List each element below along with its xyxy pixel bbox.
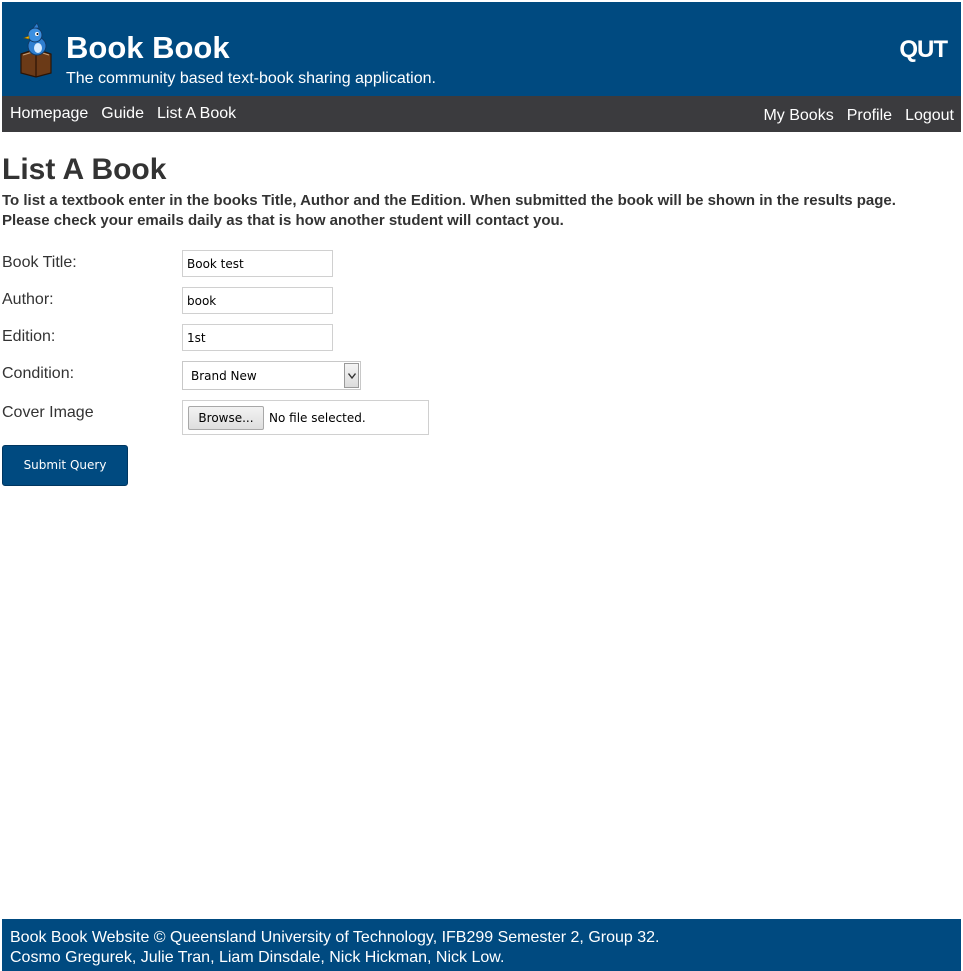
cover-image-label: Cover Image (2, 404, 94, 421)
intro-line-2: Please check your emails daily as that i… (2, 212, 564, 229)
condition-selected-value: Brand New (191, 369, 257, 383)
qut-logo: QUT (899, 36, 948, 63)
page: Book Book The community based text-book … (0, 0, 963, 971)
edition-input[interactable] (182, 324, 333, 351)
site-title: Book Book (66, 30, 230, 65)
nav-profile-link[interactable]: Profile (847, 107, 892, 125)
chevron-down-icon[interactable] (344, 363, 359, 388)
nav-logout-link[interactable]: Logout (905, 107, 954, 125)
site-tagline: The community based text-book sharing ap… (66, 70, 436, 87)
nav-guide-link[interactable]: Guide (101, 105, 144, 123)
author-input[interactable] (182, 287, 333, 314)
file-status-text: No file selected. (269, 411, 366, 425)
condition-label: Condition: (2, 365, 75, 382)
bird-on-book-icon (20, 22, 52, 78)
nav-list-a-book-link[interactable]: List A Book (157, 105, 236, 123)
footer-copyright: Book Book Website © Queensland Universit… (10, 929, 660, 946)
nav-right-group: My Books Profile Logout (763, 107, 954, 125)
intro-line-1: To list a textbook enter in the books Ti… (2, 192, 896, 209)
site-footer: Book Book Website © Queensland Universit… (2, 919, 961, 971)
nav-homepage-link[interactable]: Homepage (10, 105, 88, 123)
site-header: Book Book The community based text-book … (2, 2, 961, 96)
main-navbar: Homepage Guide List A Book My Books Prof… (2, 96, 961, 132)
intro-text: To list a textbook enter in the books Ti… (2, 191, 960, 231)
author-label: Author: (2, 291, 54, 308)
submit-query-button[interactable]: Submit Query (2, 445, 128, 486)
book-title-input[interactable] (182, 250, 333, 277)
nav-my-books-link[interactable]: My Books (763, 107, 833, 125)
footer-authors: Cosmo Gregurek, Julie Tran, Liam Dinsdal… (10, 949, 505, 966)
condition-select[interactable]: Brand New (182, 361, 361, 390)
nav-left-group: Homepage Guide List A Book (10, 105, 236, 123)
cover-image-file-input[interactable]: Browse... No file selected. (182, 400, 429, 435)
page-title: List A Book (2, 153, 167, 186)
edition-label: Edition: (2, 328, 56, 345)
book-title-label: Book Title: (2, 254, 77, 271)
browse-button[interactable]: Browse... (188, 406, 264, 430)
